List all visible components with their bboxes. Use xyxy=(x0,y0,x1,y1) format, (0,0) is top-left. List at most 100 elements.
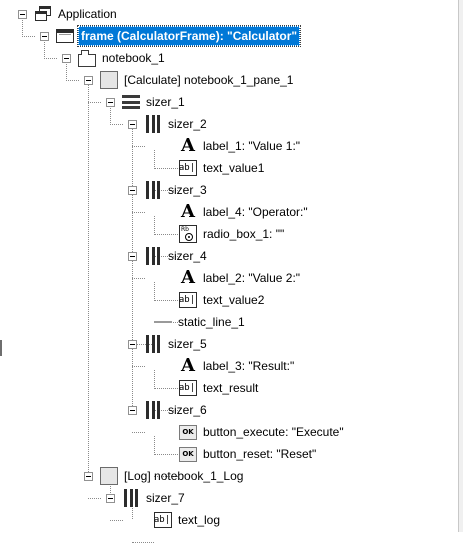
window-splitter[interactable] xyxy=(459,0,463,532)
tree-node-sizer-2[interactable]: sizer_2 xyxy=(144,113,209,135)
tree-node-label-3[interactable]: A label_3: "Result:" xyxy=(179,355,296,377)
button-icon: OK xyxy=(179,424,197,440)
collapse-toggle-frame[interactable] xyxy=(40,32,49,41)
tree-node-text-value1[interactable]: ab| text_value1 xyxy=(179,157,266,179)
tree-node-sizer-3[interactable]: sizer_3 xyxy=(144,179,209,201)
tree-node-sizer-5[interactable]: sizer_5 xyxy=(144,333,209,355)
tree-node-label: radio_box_1: "" xyxy=(203,227,285,241)
tree-connector xyxy=(88,498,101,499)
static-text-icon: A xyxy=(181,355,195,376)
tree-connector xyxy=(44,58,57,59)
radio-box-icon: Rb xyxy=(179,225,197,243)
tree-node-sizer-7[interactable]: sizer_7 xyxy=(122,487,187,509)
tree-node-text-value2[interactable]: ab| text_value2 xyxy=(179,289,266,311)
tree-node-application[interactable]: Application xyxy=(34,3,119,25)
collapse-toggle-sizer-4[interactable] xyxy=(128,252,137,261)
tree-connector xyxy=(154,436,155,453)
tree-node-label-2[interactable]: A label_2: "Value 2:" xyxy=(179,267,302,289)
collapse-toggle-pane[interactable] xyxy=(84,76,93,85)
tree-node-label-1[interactable]: A label_1: "Value 1:" xyxy=(179,135,302,157)
tree-connector xyxy=(88,102,101,103)
tree-connector xyxy=(44,40,45,57)
tree-node-label: sizer_2 xyxy=(168,117,207,131)
tree-connector xyxy=(154,454,178,455)
horizontal-sizer-icon xyxy=(144,181,162,199)
text-ctrl-icon: ab| xyxy=(179,160,197,176)
tree-node-label: label_2: "Value 2:" xyxy=(203,271,301,285)
tree-node-sizer-4[interactable]: sizer_4 xyxy=(144,245,209,267)
tree-node-frame[interactable]: frame (CalculatorFrame): "Calculator" xyxy=(56,25,302,47)
collapse-toggle-sizer-7[interactable] xyxy=(106,494,115,503)
text-ctrl-icon: ab| xyxy=(179,380,197,396)
tree-connector xyxy=(154,370,155,387)
tree-node-log-pane[interactable]: [Log] notebook_1_Log xyxy=(100,465,245,487)
tree-node-text-result[interactable]: ab| text_result xyxy=(179,377,260,399)
tree-connector xyxy=(110,520,123,521)
tree-connector xyxy=(66,80,79,81)
collapse-toggle-sizer-5[interactable] xyxy=(128,340,137,349)
tree-node-label: sizer_4 xyxy=(168,249,207,263)
tree-connector xyxy=(132,278,145,279)
tree-connector xyxy=(154,388,178,389)
tree-connector xyxy=(88,84,89,474)
tree-connector xyxy=(154,234,178,235)
widget-tree[interactable]: Application frame (CalculatorFrame): "Ca… xyxy=(0,0,459,543)
static-text-icon: A xyxy=(181,135,195,156)
tree-node-sizer-6[interactable]: sizer_6 xyxy=(144,399,209,421)
tree-node-label: [Calculate] notebook_1_pane_1 xyxy=(124,73,294,87)
tree-connector xyxy=(110,124,123,125)
collapse-toggle-log-pane[interactable] xyxy=(84,472,93,481)
notebook-icon xyxy=(78,49,96,67)
tree-node-button-execute[interactable]: OK button_execute: "Execute" xyxy=(179,421,346,443)
app-window-icon xyxy=(34,5,52,23)
text-ctrl-icon: ab| xyxy=(154,512,172,528)
tree-connector xyxy=(22,36,35,37)
collapse-toggle-sizer-3[interactable] xyxy=(128,186,137,195)
tree-node-label: sizer_1 xyxy=(146,95,185,109)
tree-node-label: text_value1 xyxy=(203,161,265,175)
tree-connector xyxy=(154,282,155,299)
tree-node-sizer-1[interactable]: sizer_1 xyxy=(122,91,187,113)
tree-node-text-log[interactable]: ab| text_log xyxy=(154,509,222,531)
collapse-toggle-notebook[interactable] xyxy=(62,54,71,63)
tree-node-radio-box-1[interactable]: Rb radio_box_1: "" xyxy=(179,223,286,245)
static-line-icon xyxy=(154,313,172,331)
static-text-icon: A xyxy=(181,267,195,288)
tree-connector xyxy=(132,366,145,367)
splitter-grip[interactable] xyxy=(0,340,2,356)
tree-node-label: Application xyxy=(58,7,117,21)
tree-node-label: text_log xyxy=(178,513,221,527)
horizontal-sizer-icon xyxy=(144,247,162,265)
tree-connector xyxy=(132,432,145,433)
tree-node-label: [Log] notebook_1_Log xyxy=(124,469,244,483)
horizontal-sizer-icon xyxy=(144,335,162,353)
tree-node-label: sizer_6 xyxy=(168,403,207,417)
tree-node-static-line-1[interactable]: static_line_1 xyxy=(154,311,247,333)
tree-node-notebook[interactable]: notebook_1 xyxy=(78,47,167,69)
panel-icon xyxy=(100,71,118,89)
panel-icon xyxy=(100,467,118,485)
button-icon: OK xyxy=(179,446,197,462)
tree-node-label: text_value2 xyxy=(203,293,265,307)
tree-connector xyxy=(154,216,155,233)
vertical-sizer-icon xyxy=(122,93,140,111)
horizontal-sizer-icon xyxy=(122,489,140,507)
static-text-icon: A xyxy=(181,201,195,222)
tree-connector xyxy=(132,212,145,213)
collapse-toggle-sizer-1[interactable] xyxy=(106,98,115,107)
tree-connector xyxy=(154,168,178,169)
tree-node-label-selected: frame (CalculatorFrame): "Calculator" xyxy=(76,25,302,47)
collapse-toggle-sizer-6[interactable] xyxy=(128,406,137,415)
collapse-toggle-app[interactable] xyxy=(18,10,27,19)
tree-node-label: sizer_7 xyxy=(146,491,185,505)
tree-node-label: static_line_1 xyxy=(178,315,245,329)
tree-node-label: button_execute: "Execute" xyxy=(203,425,344,439)
tree-node-label: sizer_5 xyxy=(168,337,207,351)
tree-connector xyxy=(154,150,155,167)
tree-node-notebook-pane-1[interactable]: [Calculate] notebook_1_pane_1 xyxy=(100,69,295,91)
tree-node-label-4[interactable]: A label_4: "Operator:" xyxy=(179,201,310,223)
horizontal-sizer-icon xyxy=(144,115,162,133)
tree-node-label: button_reset: "Reset" xyxy=(203,447,317,461)
tree-node-button-reset[interactable]: OK button_reset: "Reset" xyxy=(179,443,318,465)
collapse-toggle-sizer-2[interactable] xyxy=(128,120,137,129)
